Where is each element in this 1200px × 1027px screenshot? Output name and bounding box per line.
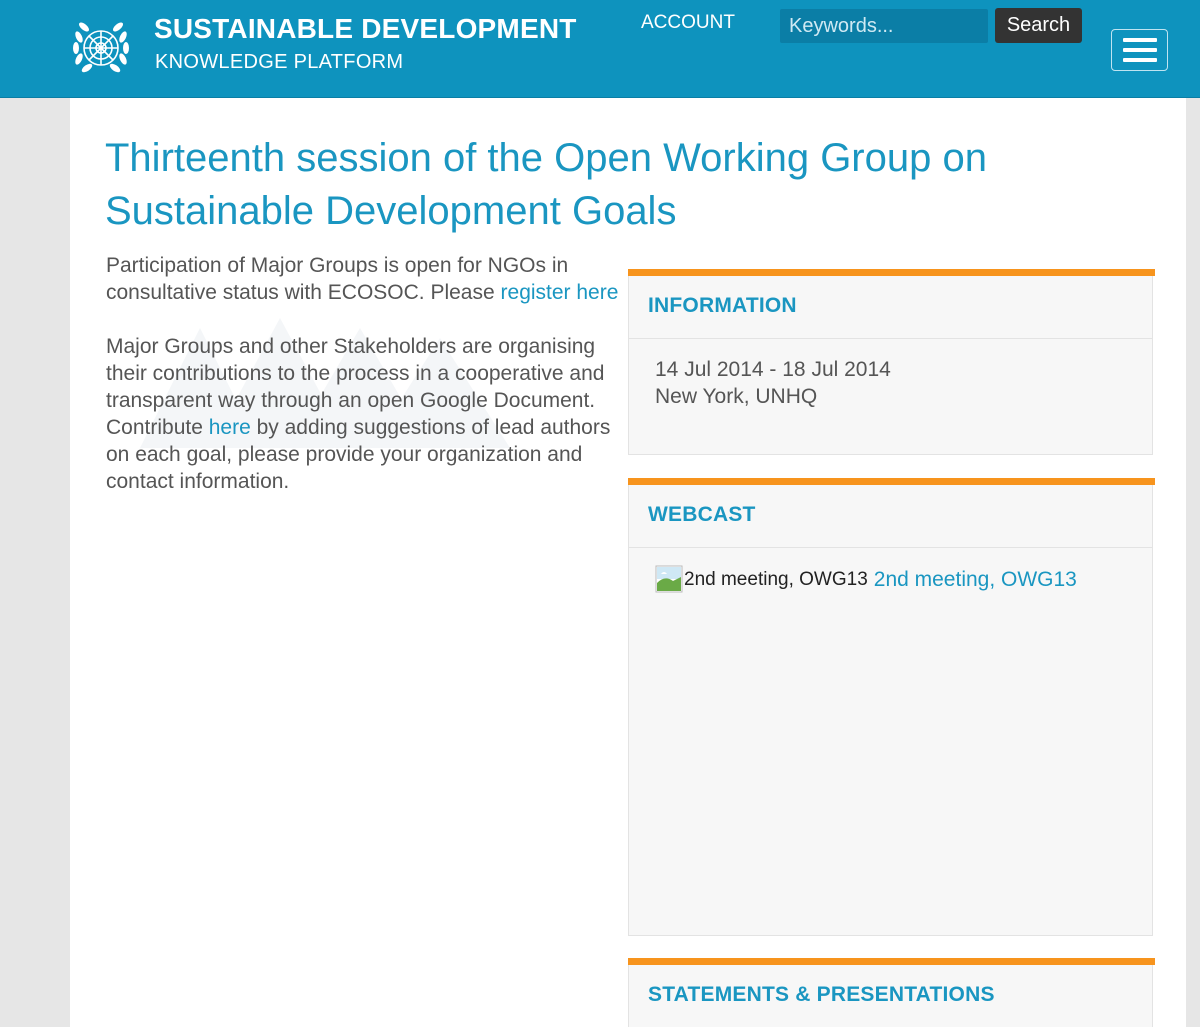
site-title[interactable]: SUSTAINABLE DEVELOPMENT bbox=[154, 13, 577, 45]
broken-image-icon bbox=[655, 565, 683, 593]
register-link[interactable]: register here bbox=[501, 281, 619, 304]
webcast-thumbnail[interactable]: 2nd meeting, OWG13 bbox=[655, 565, 868, 593]
site-header: SUSTAINABLE DEVELOPMENT KNOWLEDGE PLATFO… bbox=[0, 0, 1200, 98]
webcast-heading: WEBCAST bbox=[629, 478, 1152, 548]
site-subtitle[interactable]: KNOWLEDGE PLATFORM bbox=[155, 51, 403, 74]
webcast-link[interactable]: 2nd meeting, OWG13 bbox=[874, 566, 1077, 593]
search-button[interactable]: Search bbox=[995, 8, 1082, 43]
intro-paragraph-2: Major Groups and other Stakeholders are … bbox=[106, 333, 621, 495]
webcast-item: 2nd meeting, OWG13 2nd meeting, OWG13 bbox=[655, 565, 1152, 593]
menu-bar bbox=[1122, 48, 1157, 52]
un-emblem-icon[interactable] bbox=[70, 17, 132, 79]
intro-1-text: Participation of Major Groups is open fo… bbox=[106, 254, 569, 304]
panel-accent-bar bbox=[628, 478, 1155, 485]
menu-bar bbox=[1122, 58, 1157, 62]
information-heading: INFORMATION bbox=[629, 269, 1152, 339]
webcast-panel: WEBCAST 2nd meeting, OWG13 2nd meeting, … bbox=[628, 478, 1155, 936]
statements-panel: STATEMENTS & PRESENTATIONS bbox=[628, 958, 1155, 1027]
menu-bar bbox=[1122, 38, 1157, 42]
panel-accent-bar bbox=[628, 269, 1155, 276]
panel-accent-bar bbox=[628, 958, 1155, 965]
intro-text: Participation of Major Groups is open fo… bbox=[106, 252, 621, 522]
account-link[interactable]: ACCOUNT bbox=[641, 12, 735, 34]
main-content: Thirteenth session of the Open Working G… bbox=[70, 98, 1186, 1027]
page-title: Thirteenth session of the Open Working G… bbox=[105, 136, 987, 233]
search-input[interactable] bbox=[780, 9, 988, 43]
information-body: 14 Jul 2014 - 18 Jul 2014 New York, UNHQ bbox=[629, 339, 1152, 449]
statements-heading: STATEMENTS & PRESENTATIONS bbox=[629, 958, 1152, 1027]
information-panel: INFORMATION 14 Jul 2014 - 18 Jul 2014 Ne… bbox=[628, 269, 1155, 455]
event-dates: 14 Jul 2014 - 18 Jul 2014 bbox=[655, 358, 891, 381]
webcast-body: 2nd meeting, OWG13 2nd meeting, OWG13 bbox=[629, 548, 1152, 935]
event-location: New York, UNHQ bbox=[655, 385, 818, 408]
intro-paragraph-1: Participation of Major Groups is open fo… bbox=[106, 252, 621, 306]
contribute-link[interactable]: here bbox=[209, 416, 251, 439]
thumbnail-alt-text: 2nd meeting, OWG13 bbox=[684, 568, 868, 590]
hamburger-menu-icon[interactable] bbox=[1111, 29, 1168, 71]
